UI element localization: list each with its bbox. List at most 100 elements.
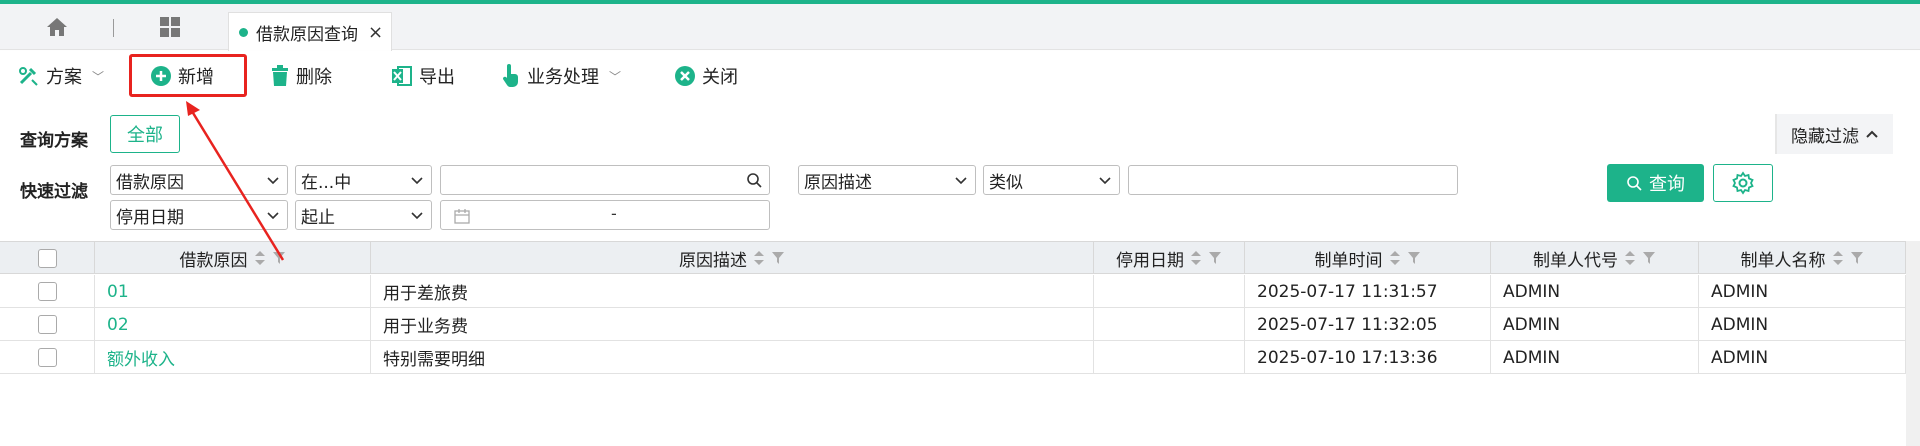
filter-field-select-1[interactable]: 借款原因 <box>110 165 288 195</box>
chevron-down-icon <box>955 177 967 185</box>
cell-created: 2025-07-17 11:31:57 <box>1245 275 1491 308</box>
filter-icon[interactable] <box>1850 251 1864 265</box>
cell-reason[interactable]: 02 <box>95 308 371 341</box>
header-select-all[interactable] <box>0 242 95 274</box>
table-row[interactable]: 02 用于业务费 2025-07-17 11:32:05 ADMIN ADMIN <box>0 308 1906 341</box>
filter-operator-select-1[interactable]: 在...中 <box>295 165 432 195</box>
sort-icon[interactable] <box>254 249 266 267</box>
trash-icon <box>272 65 288 86</box>
select-all-checkbox[interactable] <box>37 248 57 268</box>
tab-loan-reason-query[interactable]: 借款原因查询 × <box>228 12 392 51</box>
filter-value-input-1[interactable] <box>440 165 770 195</box>
search-icon <box>1627 175 1642 191</box>
gear-icon <box>1732 171 1754 195</box>
grid-menu-icon[interactable] <box>157 14 183 40</box>
filter-operator-value-3: 起止 <box>301 207 335 228</box>
filter-icon[interactable] <box>1407 251 1421 265</box>
filter-field-select-3[interactable]: 停用日期 <box>110 200 288 230</box>
table-row[interactable]: 01 用于差旅费 2025-07-17 11:31:57 ADMIN ADMIN <box>0 275 1906 308</box>
filter-settings-button[interactable] <box>1713 164 1773 202</box>
grid-header: 借款原因 原因描述 停用日期 制单时间 制单人代号 制单人名称 <box>0 242 1906 274</box>
row-checkbox[interactable] <box>37 348 57 367</box>
delete-button[interactable]: 删除 <box>270 62 332 90</box>
row-select-cell[interactable] <box>0 275 95 308</box>
close-label: 关闭 <box>702 67 738 88</box>
plan-label: 方案 <box>46 67 82 88</box>
chevron-down-icon <box>411 177 423 185</box>
filter-value-input-2[interactable] <box>1128 165 1458 195</box>
header-col-creator-name[interactable]: 制单人名称 <box>1699 242 1906 274</box>
filter-field-value-2: 原因描述 <box>804 172 872 193</box>
sort-icon[interactable] <box>753 249 765 267</box>
delete-label: 删除 <box>296 67 332 88</box>
row-select-cell[interactable] <box>0 341 95 374</box>
header-col-desc[interactable]: 原因描述 <box>371 242 1094 274</box>
header-col-creator-code[interactable]: 制单人代号 <box>1491 242 1699 274</box>
chevron-up-icon <box>1866 130 1878 138</box>
all-plan-button[interactable]: 全部 <box>110 115 180 153</box>
export-button[interactable]: 导出 <box>391 62 455 90</box>
calendar-icon <box>454 209 470 224</box>
cell-creator-code: ADMIN <box>1491 275 1699 308</box>
row-checkbox[interactable] <box>37 315 57 334</box>
cell-disable-date <box>1094 275 1245 308</box>
sort-icon[interactable] <box>1832 249 1844 267</box>
cell-reason[interactable]: 01 <box>95 275 371 308</box>
cell-desc: 用于业务费 <box>371 308 1094 341</box>
chevron-down-icon <box>267 177 279 185</box>
cell-desc: 特别需要明细 <box>371 341 1094 374</box>
quick-filter-label: 快速过滤 <box>20 182 88 202</box>
filter-icon[interactable] <box>1642 251 1656 265</box>
filter-field-value-1: 借款原因 <box>116 172 184 193</box>
close-button[interactable]: 关闭 <box>674 62 738 90</box>
row-checkbox[interactable] <box>37 282 57 301</box>
business-label: 业务处理 <box>527 67 599 88</box>
business-processing-button[interactable]: 业务处理 ﹀ <box>501 62 621 90</box>
sort-icon[interactable] <box>1389 249 1401 267</box>
filter-operator-select-3[interactable]: 起止 <box>295 200 432 230</box>
vertical-scrollbar[interactable] <box>1906 241 1920 446</box>
filter-icon[interactable] <box>272 251 286 265</box>
row-select-cell[interactable] <box>0 308 95 341</box>
home-icon[interactable] <box>44 14 70 40</box>
cell-disable-date <box>1094 308 1245 341</box>
query-plan-label: 查询方案 <box>20 131 88 151</box>
query-label: 查询 <box>1649 174 1685 195</box>
header-label: 停用日期 <box>1116 250 1184 271</box>
tab-separator <box>113 19 114 37</box>
data-grid: 借款原因 原因描述 停用日期 制单时间 制单人代号 制单人名称 01 用于差旅费… <box>0 241 1920 446</box>
filter-icon[interactable] <box>771 251 785 265</box>
filter-icon[interactable] <box>1208 251 1222 265</box>
plan-button[interactable]: 方案 ﹀ <box>18 62 104 90</box>
header-label: 制单时间 <box>1314 250 1383 271</box>
header-col-reason[interactable]: 借款原因 <box>95 242 371 274</box>
search-icon[interactable] <box>746 172 763 189</box>
filter-field-select-2[interactable]: 原因描述 <box>798 165 976 195</box>
cell-desc: 用于差旅费 <box>371 275 1094 308</box>
tab-close-icon[interactable]: × <box>368 22 383 43</box>
sort-icon[interactable] <box>1190 249 1202 267</box>
filter-operator-value-1: 在...中 <box>301 172 352 193</box>
cell-creator-name: ADMIN <box>1699 341 1906 374</box>
hand-pointer-icon <box>502 64 518 87</box>
query-button[interactable]: 查询 <box>1607 164 1704 202</box>
close-circle-icon <box>675 66 695 86</box>
chevron-down-icon: ﹀ <box>92 69 105 84</box>
cell-creator-name: ADMIN <box>1699 275 1906 308</box>
export-label: 导出 <box>419 67 455 88</box>
add-button-highlight <box>129 54 247 97</box>
tab-bar: 借款原因查询 × <box>0 4 1920 51</box>
header-label: 制单人名称 <box>1740 250 1826 271</box>
cell-disable-date <box>1094 341 1245 374</box>
header-label: 原因描述 <box>679 250 747 271</box>
cell-created: 2025-07-10 17:13:36 <box>1245 341 1491 374</box>
hide-filter-button[interactable]: 隐藏过滤 <box>1775 114 1893 154</box>
cell-reason[interactable]: 额外收入 <box>95 341 371 374</box>
filter-operator-select-2[interactable]: 类似 <box>983 165 1120 195</box>
header-col-created[interactable]: 制单时间 <box>1245 242 1491 274</box>
table-row[interactable]: 额外收入 特别需要明细 2025-07-10 17:13:36 ADMIN AD… <box>0 341 1906 374</box>
header-label: 借款原因 <box>179 250 248 271</box>
date-range-input[interactable]: - <box>440 200 770 230</box>
sort-icon[interactable] <box>1624 249 1636 267</box>
header-col-disable-date[interactable]: 停用日期 <box>1094 242 1245 274</box>
